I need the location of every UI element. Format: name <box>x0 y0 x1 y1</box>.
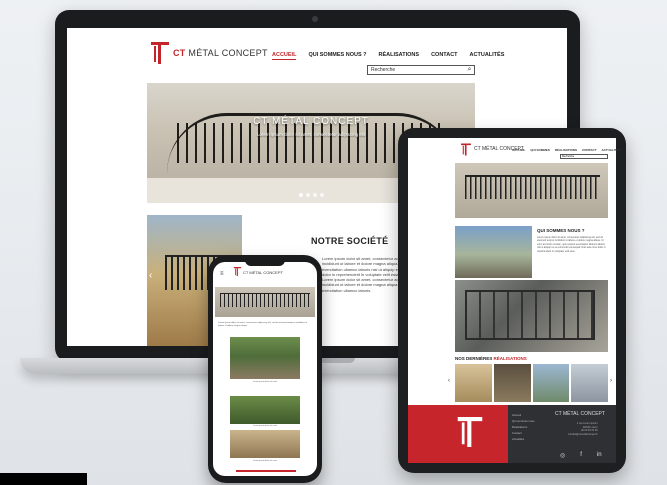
photo-caption: Lorem ipsum dolor sit amet <box>252 381 278 383</box>
nav-item-contact[interactable]: CONTACT <box>582 148 596 152</box>
nav-item-qui-sommes[interactable]: QUI SOMMES <box>530 148 550 152</box>
laptop-camera <box>312 16 318 22</box>
tablet-nav: ACCUEIL QUI SOMMES RÉALISATIONS CONTACT … <box>512 148 620 152</box>
chevron-right-icon[interactable]: › <box>610 378 612 384</box>
realisation-thumb[interactable] <box>493 364 531 402</box>
balcony-bars <box>465 175 600 199</box>
phone-hero <box>215 287 315 317</box>
section-text: Lorem ipsum dolor sit amet, consectetur … <box>537 236 606 253</box>
slider-dots <box>299 193 324 197</box>
ct-monogram-icon[interactable] <box>233 266 242 277</box>
footer-address: 1 rue Lorem ipsum 00000 Lorem 00 00 00 0… <box>568 422 598 436</box>
gate-photo <box>230 337 300 379</box>
nav-item-accueil[interactable]: ACCUEIL <box>272 52 297 60</box>
nav-item-realisations[interactable]: RÉALISATIONS <box>379 52 420 60</box>
ct-monogram-icon <box>457 417 483 447</box>
photo-caption: Lorem ipsum dolor sit amet <box>252 425 278 427</box>
realisation-thumb[interactable] <box>455 364 492 402</box>
hamburger-icon[interactable]: ≡ <box>220 271 224 277</box>
slider-dot[interactable] <box>306 193 310 197</box>
realisations-carousel <box>455 364 608 402</box>
instagram-icon[interactable]: ◎ <box>560 452 565 459</box>
realisations-title: NOS DERNIÈRES RÉALISATIONS <box>455 356 527 361</box>
corner-block <box>0 473 87 485</box>
nav-item-contact[interactable]: CONTACT <box>431 52 457 60</box>
realisation-thumb[interactable] <box>532 364 570 402</box>
nav-item-realisations[interactable]: RÉALISATIONS <box>555 148 577 152</box>
phone-intro-text: Lorem ipsum dolor sit amet, consectetur … <box>218 322 308 327</box>
brand-name: CT MÉTAL CONCEPT <box>173 48 268 58</box>
phone-brand: CT MÉTAL CONCEPT <box>243 270 283 275</box>
footer-link[interactable]: Actualités <box>512 436 535 442</box>
nav-item-accueil[interactable]: ACCUEIL <box>512 148 525 152</box>
team-photo <box>455 226 532 278</box>
slider-dot[interactable] <box>320 193 324 197</box>
ct-monogram-icon[interactable] <box>149 40 171 66</box>
photo-caption: Lorem ipsum dolor sit amet <box>252 460 278 462</box>
footer-brand: CT MÉTAL CONCEPT <box>555 411 605 417</box>
brand-suffix: MÉTAL CONCEPT <box>188 48 268 58</box>
slider-dot[interactable] <box>299 193 303 197</box>
chevron-left-icon[interactable]: ‹ <box>448 378 450 384</box>
facebook-icon[interactable]: f <box>580 452 582 459</box>
brand-prefix: CT <box>173 48 186 58</box>
section-title: NOTRE SOCIÉTÉ <box>311 236 389 246</box>
tablet-hero <box>455 163 608 218</box>
chevron-left-icon[interactable]: ‹ <box>149 270 152 281</box>
facade-photo <box>230 430 300 458</box>
realisation-thumb[interactable] <box>571 364 608 402</box>
balcony-bars <box>220 293 310 307</box>
phone-notch <box>245 259 285 266</box>
search-input[interactable]: Recherche <box>560 154 608 159</box>
section-title: QUI SOMMES NOUS ? <box>537 228 585 233</box>
social-links: ◎ f in <box>560 452 602 459</box>
hero-title: CT MÉTAL CONCEPT <box>253 116 369 127</box>
slider-dot[interactable] <box>313 193 317 197</box>
phone-footer-bar <box>236 470 296 472</box>
search-input[interactable]: Recherche <box>367 65 475 75</box>
footer-links: Accueil Qui sommes nous Réalisations Con… <box>512 412 535 442</box>
search-icon[interactable]: ⌕ <box>465 65 474 74</box>
main-nav: ACCUEIL QUI SOMMES NOUS ? RÉALISATIONS C… <box>272 52 504 60</box>
linkedin-icon[interactable]: in <box>597 452 602 459</box>
realisations-prefix: NOS DERNIÈRES <box>455 356 493 361</box>
metal-frame <box>465 290 595 340</box>
nav-item-actualites[interactable]: ACTUALITÉS <box>601 148 620 152</box>
nav-item-actualites[interactable]: ACTUALITÉS <box>470 52 505 60</box>
garden-photo <box>230 396 300 424</box>
realisations-label: RÉALISATIONS <box>493 356 527 361</box>
nav-item-qui-sommes-nous[interactable]: QUI SOMMES NOUS ? <box>308 52 366 60</box>
workshop-photo <box>455 280 608 352</box>
ct-monogram-icon[interactable] <box>460 142 472 157</box>
